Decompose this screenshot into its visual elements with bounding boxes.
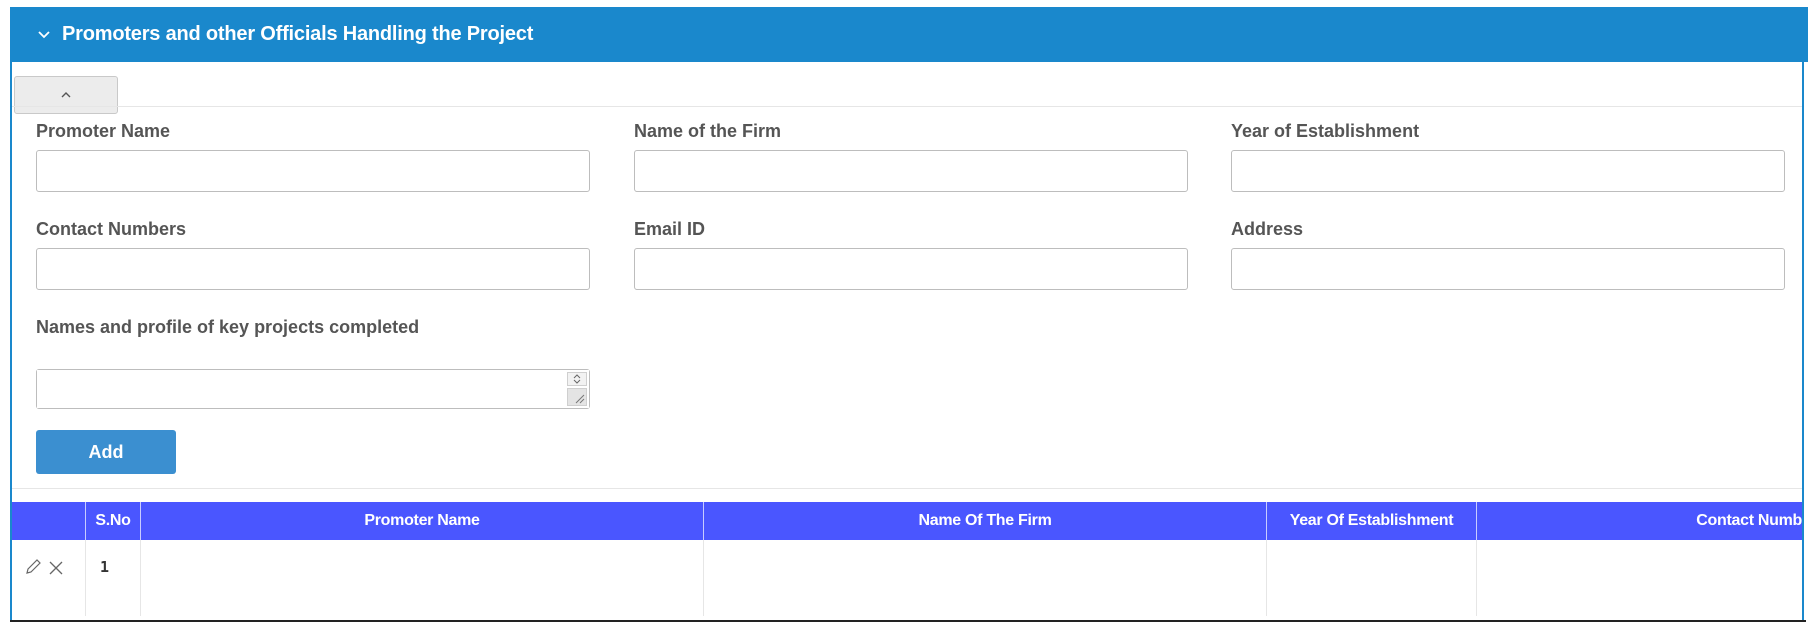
promoter-name-input[interactable] [36, 150, 590, 192]
pencil-icon[interactable] [24, 558, 42, 581]
firm-name-label: Name of the Firm [634, 121, 782, 141]
contact-numbers-input[interactable] [36, 248, 590, 290]
key-projects-textarea[interactable] [37, 370, 589, 408]
panel-header[interactable]: Promoters and other Officials Handling t… [10, 7, 1808, 62]
column-header-sno[interactable]: S.No [86, 502, 141, 540]
resize-handle-icon[interactable] [567, 388, 587, 406]
year-of-establishment-label: Year of Establishment [1231, 121, 1420, 141]
address-label: Address [1231, 219, 1304, 239]
divider [10, 620, 1806, 622]
key-projects-field [36, 369, 590, 409]
divider [12, 488, 1802, 489]
row-promoter-name [141, 540, 704, 616]
column-header-promoter-name[interactable]: Promoter Name [141, 502, 704, 540]
row-contact [1477, 540, 1802, 616]
column-header-contact[interactable]: Contact Numb [1477, 502, 1802, 540]
table-row: 1 [12, 540, 1802, 616]
row-actions [12, 540, 86, 616]
panel-title: Promoters and other Officials Handling t… [62, 23, 534, 45]
collapse-button[interactable] [14, 76, 118, 114]
chevron-down-icon[interactable] [32, 23, 56, 47]
spinner-icon[interactable] [567, 372, 587, 386]
column-header-firm-name[interactable]: Name Of The Firm [704, 502, 1267, 540]
column-header-year[interactable]: Year Of Establishment [1267, 502, 1477, 540]
close-icon[interactable] [48, 558, 64, 581]
row-firm-name [704, 540, 1267, 616]
row-sno: 1 [86, 540, 141, 616]
email-id-input[interactable] [634, 248, 1188, 290]
column-header-actions [12, 502, 86, 540]
row-year [1267, 540, 1477, 616]
chevron-up-icon [60, 86, 72, 104]
promoters-panel: Promoters and other Officials Handling t… [10, 7, 1808, 622]
add-button[interactable]: Add [36, 430, 176, 474]
firm-name-input[interactable] [634, 150, 1188, 192]
contact-numbers-label: Contact Numbers [36, 219, 187, 239]
email-id-label: Email ID [634, 219, 706, 239]
promoter-name-label: Promoter Name [36, 121, 171, 141]
year-of-establishment-input[interactable] [1231, 150, 1785, 192]
table-header: S.No Promoter Name Name Of The Firm Year… [12, 502, 1802, 540]
key-projects-label: Names and profile of key projects comple… [36, 317, 420, 337]
address-input[interactable] [1231, 248, 1785, 290]
divider [12, 106, 1802, 107]
